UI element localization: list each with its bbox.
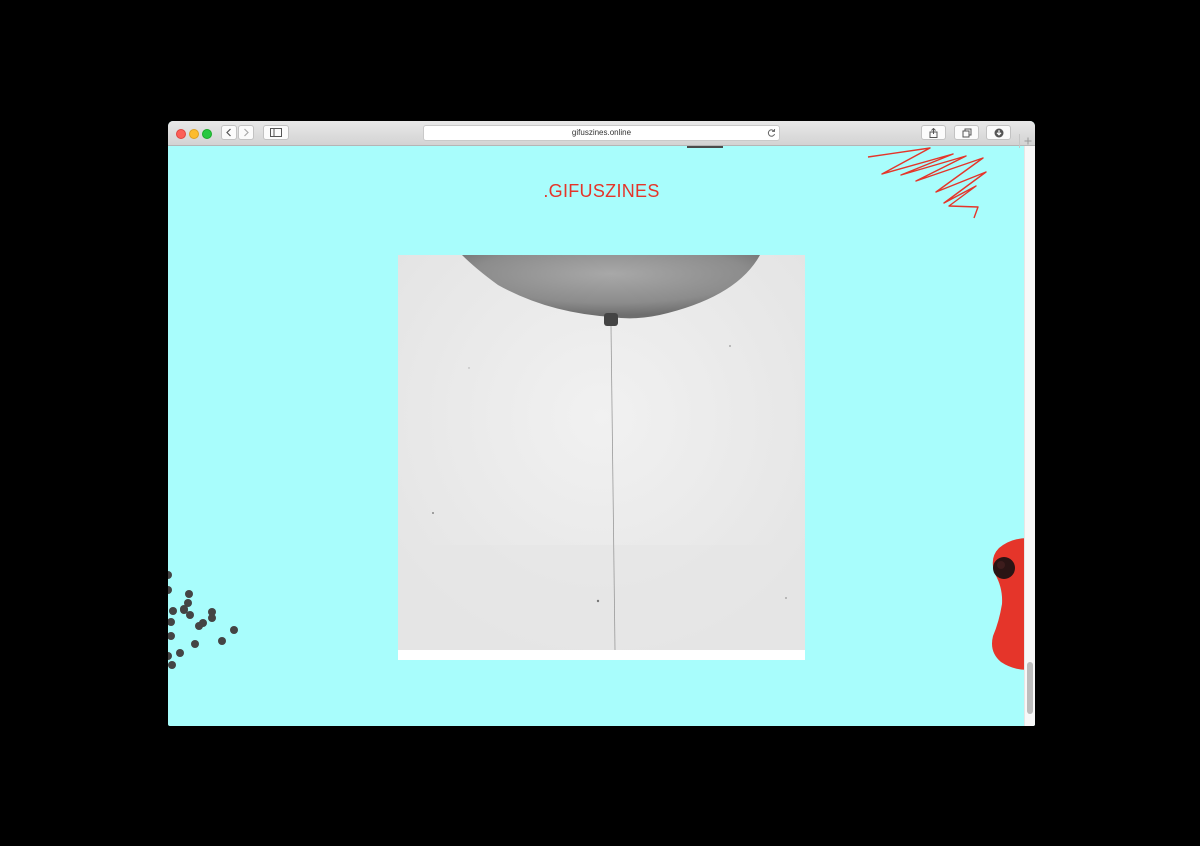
share-button[interactable]: [921, 125, 946, 140]
url-text: gifuszines.online: [571, 128, 632, 137]
forward-button[interactable]: [238, 125, 254, 140]
balloon-gif: [398, 255, 805, 660]
sidebar-button[interactable]: [263, 125, 289, 140]
top-edge-mark: [687, 146, 723, 148]
page-content: .GIFUSZINES: [168, 146, 1035, 726]
balloon-image: [398, 255, 805, 660]
minimize-window-button[interactable]: [189, 129, 199, 139]
share-icon: [929, 127, 938, 138]
downloads-icon: [994, 128, 1003, 137]
address-bar[interactable]: gifuszines.online: [423, 125, 780, 141]
plus-icon: [1024, 137, 1032, 145]
sidebar-icon: [270, 128, 282, 137]
zoom-window-button[interactable]: [202, 129, 212, 139]
grey-dots-decoration: [168, 571, 238, 669]
close-window-button[interactable]: [176, 129, 186, 139]
red-blob-decoration: [992, 538, 1028, 670]
reload-icon[interactable]: [767, 128, 776, 138]
site-title[interactable]: .GIFUSZINES: [168, 181, 1035, 202]
scrollbar-thumb[interactable]: [1027, 662, 1033, 714]
downloads-button[interactable]: [986, 125, 1011, 140]
browser-toolbar: gifuszines.online: [168, 121, 1035, 148]
back-button[interactable]: [221, 125, 237, 140]
browser-window: gifuszines.online .GIFUSZINES: [168, 121, 1035, 726]
chevron-right-icon: [244, 128, 249, 137]
chevron-left-icon: [226, 128, 231, 137]
vertical-scrollbar[interactable]: [1024, 146, 1035, 726]
tab-overview-button[interactable]: [954, 125, 979, 140]
tab-overview-icon: [962, 128, 971, 137]
